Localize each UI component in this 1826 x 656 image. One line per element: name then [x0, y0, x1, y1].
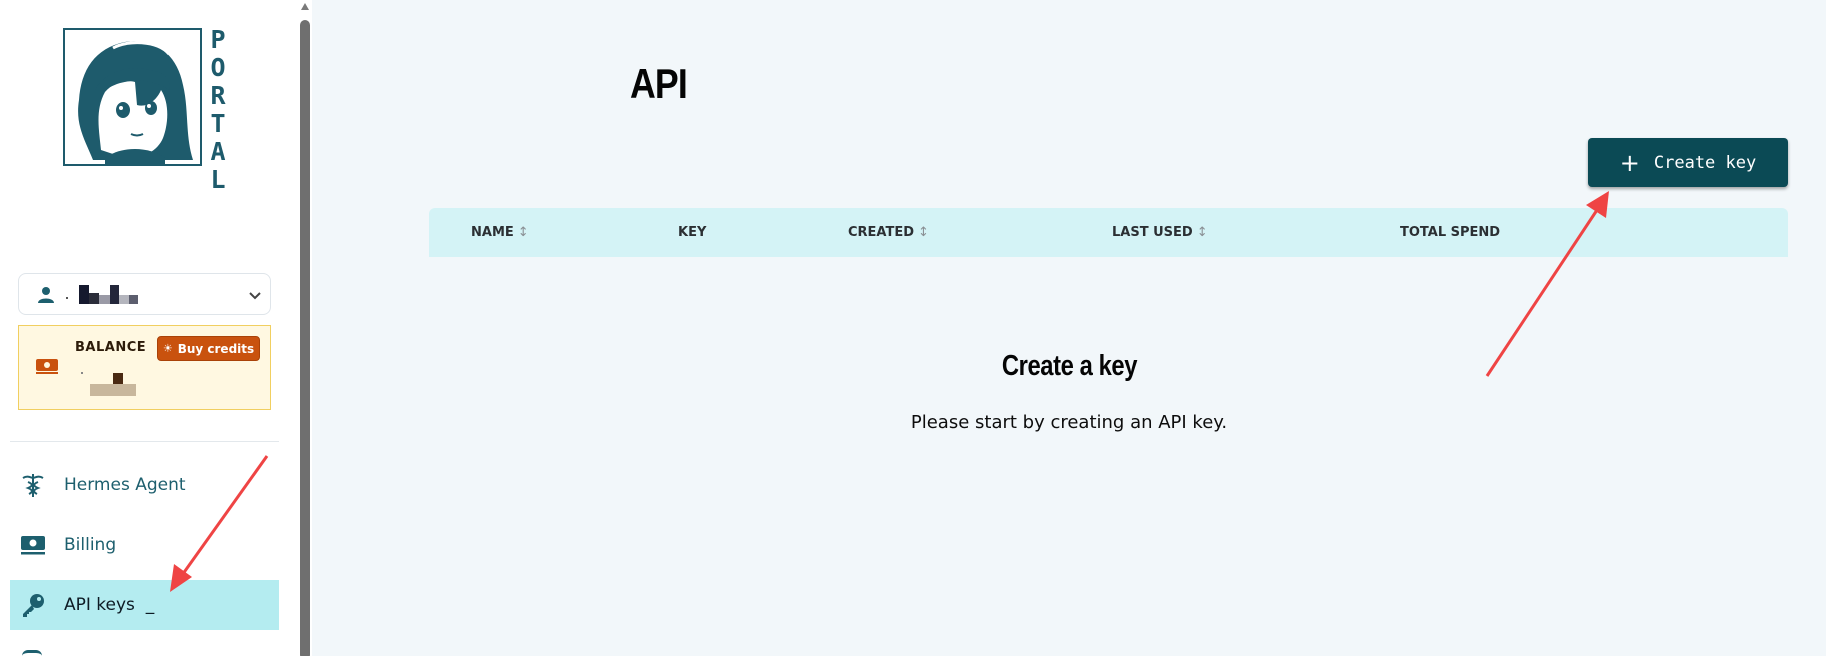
column-header-created[interactable]: CREATED ↕ [848, 225, 929, 240]
sidebar-item-hermes-agent[interactable]: Hermes Agent [10, 460, 279, 510]
sidebar-item-api-keys[interactable]: API keys _ [10, 580, 279, 630]
balance-label: BALANCE [75, 340, 147, 355]
sidebar-divider [10, 441, 279, 442]
logo-letter: A [210, 137, 226, 166]
sidebar-item-billing[interactable]: Billing [10, 520, 279, 570]
logo-letter: O [210, 53, 226, 82]
cash-icon [36, 359, 58, 374]
sidebar-item-label: Hermes Agent [64, 475, 186, 495]
anime-girl-logo-icon [78, 41, 193, 164]
person-icon [38, 287, 54, 303]
column-header-total-spend: TOTAL SPEND [1400, 225, 1500, 240]
sparkle-icon: ☀ [162, 342, 173, 355]
portal-logo[interactable]: P O R T A L [60, 26, 232, 194]
sort-icon[interactable]: ↕ [918, 225, 929, 240]
api-keys-table-header: NAME ↕ KEY CREATED ↕ LAST USED ↕ TOTAL S… [429, 208, 1788, 257]
column-header-key: KEY [678, 225, 706, 240]
page-title: API [630, 60, 688, 107]
sidebar: P O R T A L BALANCE ☀ Buy credits Hermes… [0, 0, 298, 656]
api-keys-text: API keys [64, 595, 135, 615]
column-header-name[interactable]: NAME ↕ [471, 225, 529, 240]
empty-state-message: Please start by creating an API key. [910, 412, 1228, 433]
column-label: NAME [471, 225, 514, 240]
sidebar-item-label: API keys _ [64, 595, 154, 615]
column-label: CREATED [848, 225, 915, 240]
plus-icon: + [1619, 148, 1640, 177]
create-key-label: Create key [1653, 152, 1757, 173]
sort-icon[interactable]: ↕ [1197, 225, 1208, 240]
cash-icon [20, 532, 46, 558]
sidebar-item-partial-icon [22, 650, 42, 656]
buy-credits-button[interactable]: ☀ Buy credits [157, 336, 260, 361]
sort-icon[interactable]: ↕ [518, 225, 529, 240]
column-header-last-used[interactable]: LAST USED ↕ [1112, 225, 1208, 240]
column-label: KEY [678, 225, 707, 240]
column-label: LAST USED [1112, 225, 1193, 240]
logo-letter: R [210, 81, 226, 110]
main-content: API + Create key NAME ↕ KEY CREATED ↕ LA… [312, 0, 1826, 656]
sidebar-item-label: Billing [64, 535, 117, 555]
scroll-up-arrow-icon[interactable] [301, 3, 309, 10]
sidebar-scrollbar[interactable] [298, 0, 312, 656]
caduceus-icon [20, 472, 46, 498]
key-icon [20, 592, 46, 618]
logo-letter: T [210, 109, 226, 138]
balance-card: BALANCE ☀ Buy credits [18, 325, 271, 410]
logo-letter: P [210, 25, 226, 54]
empty-state-title-text: Create a key [1001, 350, 1137, 382]
column-label: TOTAL SPEND [1400, 225, 1501, 240]
account-selector[interactable] [18, 273, 271, 315]
logo-letter: L [210, 165, 226, 194]
scroll-thumb[interactable] [300, 20, 310, 656]
logo-wordmark: P O R T A L [205, 26, 231, 194]
buy-credits-label: Buy credits [177, 341, 255, 356]
chevron-down-icon[interactable] [248, 288, 262, 302]
empty-state-title: Create a key [312, 350, 1826, 383]
create-key-button[interactable]: + Create key [1588, 138, 1788, 187]
logo-illustration [63, 28, 202, 166]
text-cursor: _ [145, 595, 155, 615]
